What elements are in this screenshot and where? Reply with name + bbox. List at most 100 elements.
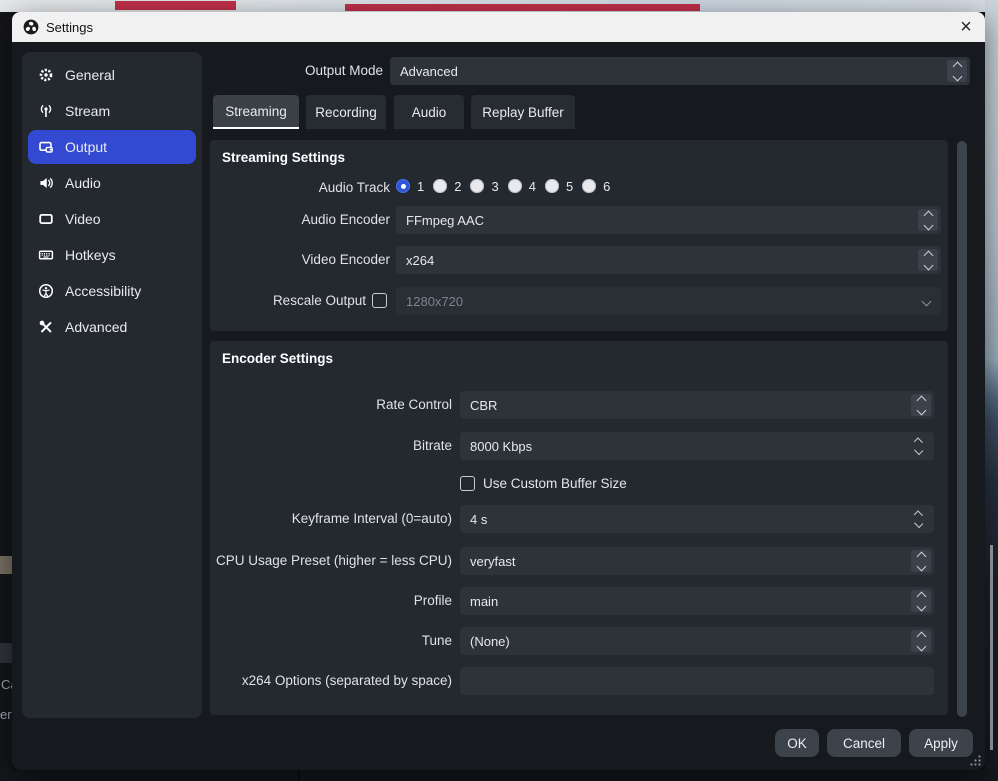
radio-label: 5: [566, 179, 573, 194]
radio-label: 1: [417, 179, 424, 194]
radio-icon[interactable]: [545, 179, 559, 193]
spinner-buttons[interactable]: [911, 550, 931, 572]
rescale-resolution-value: 1280x720: [406, 294, 463, 309]
spinner-buttons[interactable]: [911, 630, 931, 652]
audio-track-option-5[interactable]: 5: [545, 179, 573, 194]
radio-icon[interactable]: [582, 179, 596, 193]
chevron-down-icon[interactable]: [923, 220, 933, 230]
sidebar-item-label: Hotkeys: [65, 247, 116, 263]
sidebar-item-hotkeys[interactable]: Hotkeys: [28, 238, 196, 272]
spinner-buttons[interactable]: [908, 435, 928, 457]
cpu-usage-preset-select[interactable]: veryfast: [460, 547, 934, 575]
background-progress-bar: [115, 1, 236, 10]
chevron-up-icon[interactable]: [916, 395, 926, 405]
titlebar[interactable]: Settings ×: [12, 12, 985, 42]
keyframe-interval-label: Keyframe Interval (0=auto): [210, 505, 452, 533]
tab-label: Replay Buffer: [482, 105, 564, 120]
close-button[interactable]: ×: [953, 15, 979, 39]
chevron-up-icon[interactable]: [916, 631, 926, 641]
chevron-up-icon[interactable]: [916, 551, 926, 561]
spinner-buttons[interactable]: [911, 590, 931, 612]
speaker-icon: [38, 175, 54, 191]
video-encoder-value: x264: [406, 253, 434, 268]
background-bottom-divider: [298, 770, 300, 781]
chevron-up-icon[interactable]: [923, 210, 933, 220]
chevron-up-icon[interactable]: [916, 591, 926, 601]
chevron-down-icon[interactable]: [923, 260, 933, 270]
background-bottom-strip: [0, 770, 998, 781]
profile-value: main: [470, 594, 498, 609]
audio-track-option-6[interactable]: 6: [582, 179, 610, 194]
radio-icon[interactable]: [470, 179, 484, 193]
keyboard-icon: [38, 247, 54, 263]
spinner-buttons[interactable]: [911, 394, 931, 416]
chevron-down-icon[interactable]: [916, 641, 926, 651]
chevron-down-icon[interactable]: [916, 561, 926, 571]
radio-selected-icon[interactable]: [396, 179, 410, 193]
sidebar-item-general[interactable]: General: [28, 58, 196, 92]
sidebar-item-video[interactable]: Video: [28, 202, 196, 236]
sidebar-item-output[interactable]: Output: [28, 130, 196, 164]
radio-icon[interactable]: [433, 179, 447, 193]
resize-grip-icon[interactable]: [969, 754, 982, 767]
bitrate-spinbox[interactable]: 8000 Kbps: [460, 432, 934, 460]
chevron-up-icon[interactable]: [923, 250, 933, 260]
monitor-icon: [38, 211, 54, 227]
ok-button-label: OK: [787, 736, 807, 751]
audio-track-option-2[interactable]: 2: [433, 179, 461, 194]
profile-select[interactable]: main: [460, 587, 934, 615]
audio-track-label: Audio Track: [210, 174, 390, 202]
chevron-up-icon[interactable]: [914, 437, 923, 446]
audio-track-option-3[interactable]: 3: [470, 179, 498, 194]
x264-options-input[interactable]: [460, 667, 934, 695]
tune-select[interactable]: (None): [460, 627, 934, 655]
audio-track-option-4[interactable]: 4: [508, 179, 536, 194]
chevron-down-icon[interactable]: [952, 71, 962, 81]
tab-label: Streaming: [225, 104, 287, 119]
rescale-output-checkbox[interactable]: [372, 293, 387, 308]
sidebar-item-advanced[interactable]: Advanced: [28, 310, 196, 344]
chevron-up-icon[interactable]: [914, 510, 923, 519]
sidebar-item-audio[interactable]: Audio: [28, 166, 196, 200]
sidebar-item-label: Video: [65, 211, 101, 227]
cancel-button[interactable]: Cancel: [827, 729, 901, 757]
spinner-buttons[interactable]: [918, 249, 938, 271]
background-left-strip: [0, 12, 12, 781]
chevron-up-icon[interactable]: [952, 61, 962, 71]
tab-streaming[interactable]: Streaming: [213, 95, 299, 129]
chevron-down-icon[interactable]: [916, 405, 926, 415]
use-custom-buffer-size-checkbox[interactable]: [460, 476, 475, 491]
audio-encoder-select[interactable]: FFmpeg AAC: [396, 206, 941, 234]
tab-audio[interactable]: Audio: [394, 95, 464, 129]
chevron-down-icon[interactable]: [922, 297, 932, 307]
keyframe-interval-spinbox[interactable]: 4 s: [460, 505, 934, 533]
apply-button[interactable]: Apply: [909, 729, 973, 757]
sidebar-item-label: Accessibility: [65, 283, 141, 299]
sidebar-item-stream[interactable]: Stream: [28, 94, 196, 128]
sidebar-item-label: Advanced: [65, 319, 127, 335]
spinner-buttons[interactable]: [918, 209, 938, 231]
rescale-resolution-select[interactable]: 1280x720: [396, 287, 941, 315]
tab-replay-buffer[interactable]: Replay Buffer: [471, 95, 575, 129]
chevron-down-icon[interactable]: [916, 601, 926, 611]
ok-button[interactable]: OK: [775, 729, 819, 757]
encoder-settings-group: Encoder Settings Rate Control CBR Bitrat…: [210, 341, 948, 715]
chevron-down-icon[interactable]: [914, 519, 923, 528]
spinner-buttons[interactable]: [908, 508, 928, 530]
sidebar-item-accessibility[interactable]: Accessibility: [28, 274, 196, 308]
chevron-down-icon[interactable]: [914, 446, 923, 455]
vertical-scrollbar[interactable]: [957, 141, 967, 717]
apply-button-label: Apply: [924, 736, 958, 751]
video-encoder-select[interactable]: x264: [396, 246, 941, 274]
spinner-buttons[interactable]: [947, 60, 967, 82]
rate-control-select[interactable]: CBR: [460, 391, 934, 419]
audio-track-option-1[interactable]: 1: [396, 179, 424, 194]
bitrate-value: 8000 Kbps: [470, 439, 532, 454]
rescale-output-label: Rescale Output: [210, 287, 366, 315]
accessibility-icon: [38, 283, 54, 299]
radio-icon[interactable]: [508, 179, 522, 193]
tab-recording[interactable]: Recording: [306, 95, 386, 129]
output-mode-select[interactable]: Advanced: [390, 57, 970, 85]
window-title: Settings: [46, 20, 93, 35]
tune-value: (None): [470, 634, 510, 649]
